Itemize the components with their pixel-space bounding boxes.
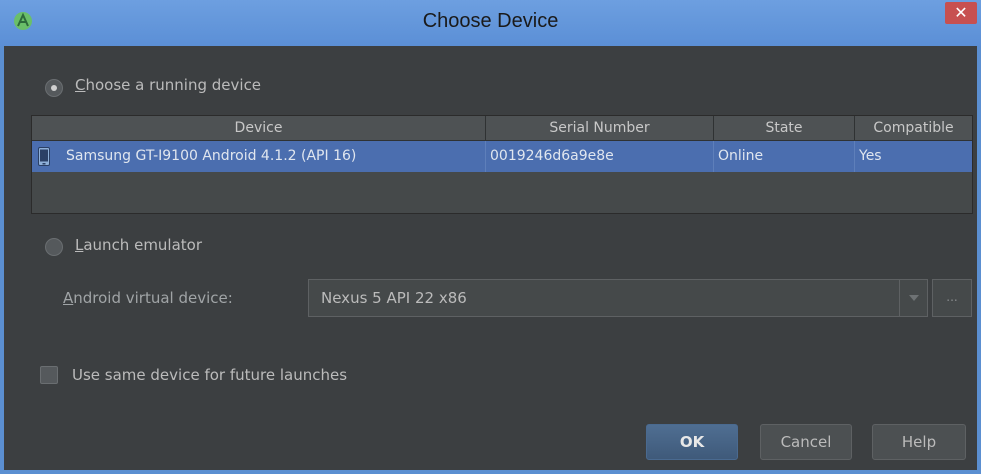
table-row[interactable]: Samsung GT-I9100 Android 4.1.2 (API 16) … bbox=[32, 141, 972, 172]
column-header-device[interactable]: Device bbox=[32, 116, 486, 140]
help-button[interactable]: Help bbox=[872, 424, 966, 460]
column-header-compatible[interactable]: Compatible bbox=[855, 116, 972, 140]
title-bar[interactable]: Choose Device ✕ bbox=[0, 0, 981, 46]
cancel-button[interactable]: Cancel bbox=[760, 424, 852, 460]
dialog-title: Choose Device bbox=[422, 10, 559, 32]
same-device-label[interactable]: Use same device for future launches bbox=[72, 366, 347, 384]
column-header-state[interactable]: State bbox=[714, 116, 855, 140]
table-header: Device Serial Number State Compatible bbox=[32, 116, 972, 141]
browse-avd-button[interactable]: ... bbox=[932, 279, 972, 317]
same-device-checkbox[interactable] bbox=[40, 366, 58, 384]
avd-dropdown-value: Nexus 5 API 22 x86 bbox=[321, 289, 467, 307]
running-device-radio[interactable] bbox=[45, 79, 63, 97]
phone-icon bbox=[38, 147, 50, 166]
cell-device: Samsung GT-I9100 Android 4.1.2 (API 16) bbox=[58, 141, 486, 172]
avd-label: Android virtual device: bbox=[63, 289, 233, 307]
running-device-label[interactable]: Choose a running device bbox=[75, 76, 261, 94]
ok-button[interactable]: OK bbox=[646, 424, 738, 460]
column-header-serial[interactable]: Serial Number bbox=[486, 116, 714, 140]
launch-emulator-radio[interactable] bbox=[45, 238, 63, 256]
launch-emulator-label[interactable]: Launch emulator bbox=[75, 236, 202, 254]
avd-dropdown[interactable]: Nexus 5 API 22 x86 bbox=[308, 279, 928, 317]
cell-compatible: Yes bbox=[859, 148, 882, 164]
cell-state: Online bbox=[714, 141, 855, 172]
close-button[interactable]: ✕ bbox=[945, 2, 977, 24]
device-table[interactable]: Device Serial Number State Compatible Sa… bbox=[31, 115, 973, 214]
chevron-down-icon[interactable] bbox=[899, 280, 927, 316]
cell-serial: 0019246d6a9e8e bbox=[486, 141, 714, 172]
